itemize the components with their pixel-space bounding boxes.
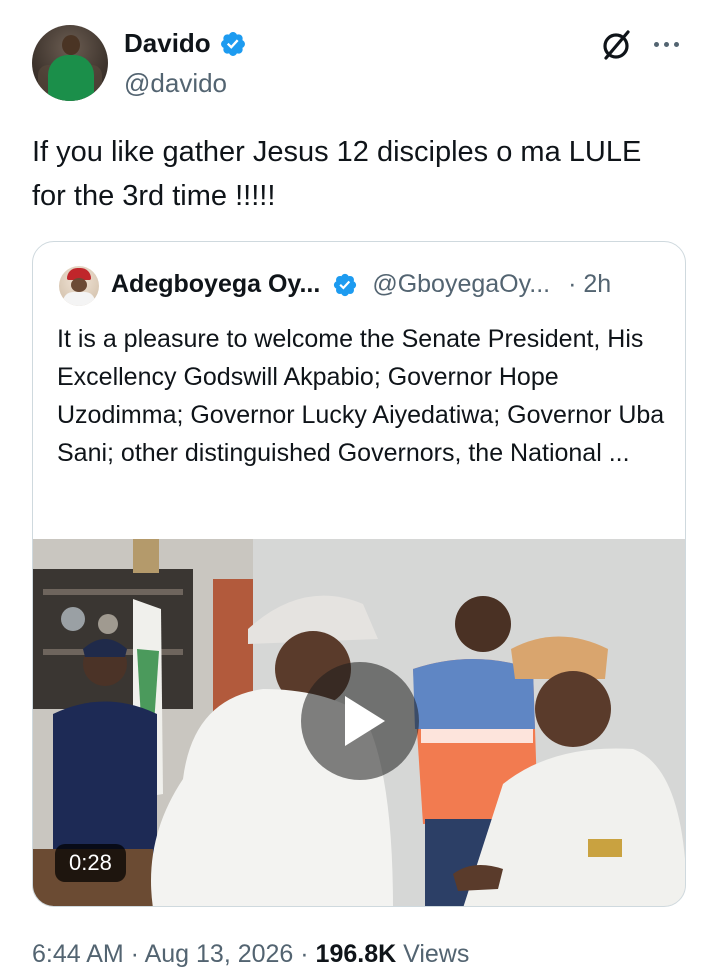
meta-separator: ·	[293, 940, 316, 968]
author-handle[interactable]: @davido	[124, 68, 227, 99]
quoted-display-name[interactable]: Adegboyega Oy...	[111, 270, 320, 299]
views-count[interactable]: 196.8K	[316, 940, 397, 968]
tweet-date[interactable]: Aug 13, 2026	[145, 940, 294, 968]
quoted-tweet[interactable]: Adegboyega Oy... @GboyegaOy... · 2h It i…	[32, 241, 686, 907]
quoted-header: Adegboyega Oy... @GboyegaOy... · 2h	[111, 270, 611, 299]
quoted-text: It is a pleasure to welcome the Senate P…	[57, 325, 665, 467]
quoted-timestamp[interactable]: · 2h	[568, 270, 611, 299]
verified-badge-icon	[334, 273, 357, 296]
grok-icon[interactable]	[600, 28, 634, 62]
author-name-row[interactable]: Davido	[124, 28, 247, 59]
verified-badge-icon	[220, 31, 245, 56]
author-display-name[interactable]: Davido	[124, 28, 211, 59]
play-icon	[345, 696, 385, 746]
views-label: Views	[396, 940, 470, 968]
tweet-meta: 6:44 AM · Aug 13, 2026 · 196.8K Views	[32, 940, 469, 969]
quoted-author-avatar[interactable]	[59, 266, 99, 306]
more-options-icon[interactable]	[654, 38, 686, 50]
quoted-handle[interactable]: @GboyegaOy...	[372, 270, 550, 299]
tweet-text: If you like gather Jesus 12 disciples o …	[32, 136, 642, 212]
video-duration: 0:28	[55, 844, 126, 882]
tweet-time[interactable]: 6:44 AM	[32, 940, 124, 968]
video-player[interactable]: 0:28	[33, 539, 685, 906]
play-button[interactable]	[301, 662, 419, 780]
meta-separator: ·	[123, 940, 145, 968]
author-avatar[interactable]	[32, 25, 108, 101]
